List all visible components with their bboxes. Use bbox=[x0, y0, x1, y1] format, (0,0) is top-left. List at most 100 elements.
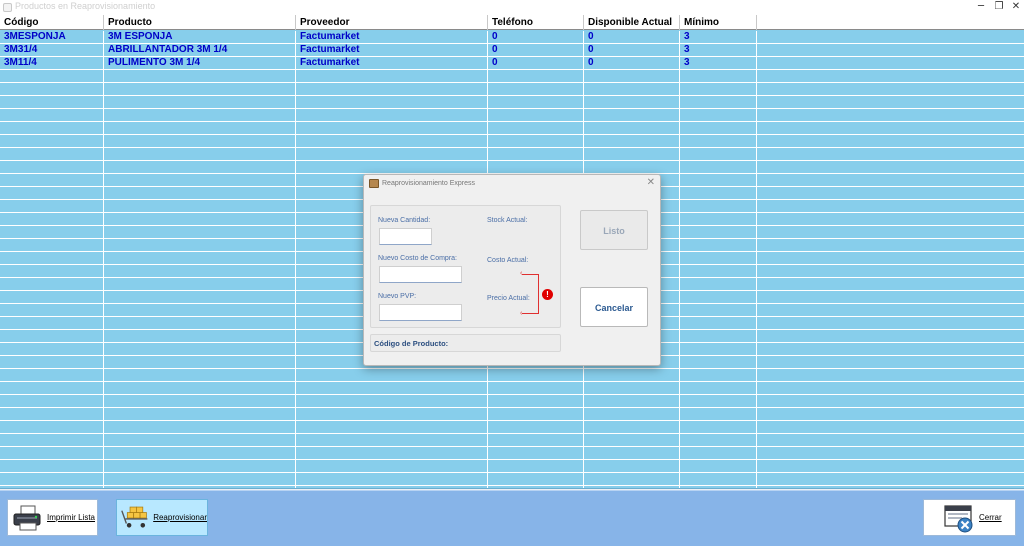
cell-codigo: 3M31/4 bbox=[0, 44, 104, 56]
empty-cell bbox=[104, 135, 296, 147]
column-header-codigo[interactable]: Código bbox=[0, 15, 104, 30]
empty-cell bbox=[680, 70, 757, 82]
empty-cell bbox=[296, 447, 488, 459]
restore-icon[interactable]: ❐ bbox=[992, 0, 1006, 14]
empty-cell bbox=[0, 486, 104, 488]
print-list-button[interactable]: Imprimir Lista bbox=[7, 499, 98, 536]
new-quantity-input[interactable] bbox=[379, 228, 432, 245]
app-icon bbox=[3, 3, 12, 12]
empty-cell bbox=[104, 343, 296, 355]
column-header-proveedor[interactable]: Proveedor bbox=[296, 15, 488, 30]
empty-table-row[interactable] bbox=[0, 83, 1024, 96]
empty-table-row[interactable] bbox=[0, 148, 1024, 161]
column-header-producto[interactable]: Producto bbox=[104, 15, 296, 30]
empty-cell bbox=[296, 434, 488, 446]
empty-cell bbox=[0, 252, 104, 264]
empty-cell bbox=[104, 200, 296, 212]
empty-cell bbox=[104, 226, 296, 238]
close-window-button[interactable]: Cerrar bbox=[923, 499, 1016, 536]
empty-cell bbox=[104, 109, 296, 121]
empty-cell bbox=[680, 252, 757, 264]
empty-cell bbox=[104, 395, 296, 407]
empty-cell bbox=[680, 434, 757, 446]
empty-table-row[interactable] bbox=[0, 460, 1024, 473]
empty-cell bbox=[296, 395, 488, 407]
empty-cell bbox=[0, 109, 104, 121]
ok-button[interactable]: Listo bbox=[580, 210, 648, 250]
empty-table-row[interactable] bbox=[0, 96, 1024, 109]
empty-cell bbox=[0, 369, 104, 381]
empty-cell bbox=[584, 434, 680, 446]
column-header-disponible[interactable]: Disponible Actual bbox=[584, 15, 680, 30]
empty-cell bbox=[104, 304, 296, 316]
empty-table-row[interactable] bbox=[0, 70, 1024, 83]
empty-table-row[interactable] bbox=[0, 395, 1024, 408]
bracket-arrow-bottom: ‹ bbox=[520, 310, 523, 317]
empty-table-row[interactable] bbox=[0, 434, 1024, 447]
empty-cell bbox=[680, 135, 757, 147]
empty-cell bbox=[680, 109, 757, 121]
cell-disponible: 0 bbox=[584, 31, 680, 43]
empty-cell bbox=[680, 330, 757, 342]
empty-table-row[interactable] bbox=[0, 382, 1024, 395]
cell-producto: PULIMENTO 3M 1/4 bbox=[104, 57, 296, 69]
empty-cell bbox=[0, 304, 104, 316]
table-row[interactable]: 3M11/4 PULIMENTO 3M 1/4 Factumarket 0 0 … bbox=[0, 57, 1024, 70]
validation-bracket bbox=[522, 274, 539, 314]
new-pvp-input[interactable] bbox=[379, 304, 462, 321]
cell-minimo: 3 bbox=[680, 44, 757, 56]
empty-cell bbox=[104, 187, 296, 199]
empty-cell bbox=[0, 330, 104, 342]
empty-table-row[interactable] bbox=[0, 109, 1024, 122]
empty-cell bbox=[104, 356, 296, 368]
dialog-title-bar[interactable]: Reaprovisionamiento Express ✕ bbox=[364, 175, 660, 193]
empty-cell bbox=[104, 122, 296, 134]
empty-cell bbox=[0, 460, 104, 472]
empty-cell bbox=[104, 317, 296, 329]
empty-cell bbox=[488, 109, 584, 121]
error-icon: ! bbox=[542, 289, 553, 300]
new-quantity-label: Nueva Cantidad: bbox=[378, 217, 431, 224]
empty-cell bbox=[680, 148, 757, 160]
empty-table-row[interactable] bbox=[0, 135, 1024, 148]
empty-cell bbox=[104, 369, 296, 381]
empty-table-row[interactable] bbox=[0, 421, 1024, 434]
empty-cell bbox=[488, 395, 584, 407]
empty-cell bbox=[296, 369, 488, 381]
empty-cell bbox=[296, 421, 488, 433]
empty-cell bbox=[680, 408, 757, 420]
empty-table-row[interactable] bbox=[0, 122, 1024, 135]
new-cost-input[interactable] bbox=[379, 266, 462, 283]
empty-table-row[interactable] bbox=[0, 369, 1024, 382]
print-list-label: Imprimir Lista bbox=[47, 513, 96, 522]
empty-cell bbox=[0, 382, 104, 394]
column-header-minimo[interactable]: Mínimo bbox=[680, 15, 757, 30]
dialog-close-icon[interactable]: ✕ bbox=[647, 177, 655, 188]
empty-cell bbox=[488, 382, 584, 394]
empty-cell bbox=[488, 369, 584, 381]
empty-cell bbox=[296, 83, 488, 95]
column-header-telefono[interactable]: Teléfono bbox=[488, 15, 584, 30]
empty-cell bbox=[680, 226, 757, 238]
empty-cell bbox=[584, 460, 680, 472]
close-window-label: Cerrar bbox=[979, 513, 1002, 522]
empty-cell bbox=[296, 109, 488, 121]
empty-cell bbox=[296, 408, 488, 420]
replenish-button[interactable]: Reaprovisionar bbox=[116, 499, 208, 536]
empty-cell bbox=[104, 486, 296, 488]
cell-codigo: 3MESPONJA bbox=[0, 31, 104, 43]
empty-cell bbox=[0, 200, 104, 212]
empty-cell bbox=[488, 421, 584, 433]
empty-cell bbox=[104, 421, 296, 433]
empty-table-row[interactable] bbox=[0, 473, 1024, 486]
close-icon[interactable]: ✕ bbox=[1009, 0, 1023, 14]
empty-table-row[interactable] bbox=[0, 447, 1024, 460]
table-row[interactable]: 3MESPONJA 3M ESPONJA Factumarket 0 0 3 bbox=[0, 31, 1024, 44]
empty-cell bbox=[488, 486, 584, 488]
empty-table-row[interactable] bbox=[0, 161, 1024, 174]
empty-table-row[interactable] bbox=[0, 408, 1024, 421]
empty-table-row[interactable] bbox=[0, 486, 1024, 488]
minimize-icon[interactable]: ─ bbox=[974, 0, 988, 14]
cancel-button[interactable]: Cancelar bbox=[580, 287, 648, 327]
table-row[interactable]: 3M31/4 ABRILLANTADOR 3M 1/4 Factumarket … bbox=[0, 44, 1024, 57]
